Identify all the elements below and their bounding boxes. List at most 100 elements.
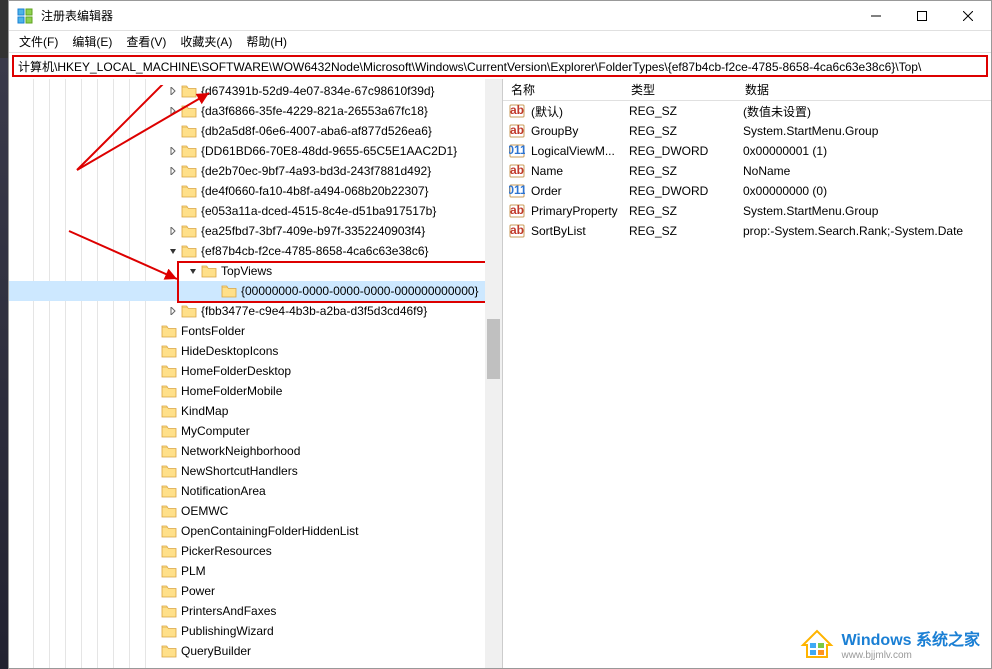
col-header-name[interactable]: 名称 bbox=[503, 81, 623, 98]
minimize-button[interactable] bbox=[853, 1, 899, 31]
expander-icon[interactable] bbox=[167, 165, 179, 177]
menu-favorites[interactable]: 收藏夹(A) bbox=[180, 33, 232, 50]
tree-row[interactable]: HomeFolderMobile bbox=[9, 381, 502, 401]
tree-row[interactable]: QueryBuilder bbox=[9, 641, 502, 661]
tree-row[interactable]: {d674391b-52d9-4e07-834e-67c98610f39d} bbox=[9, 81, 502, 101]
expander-icon[interactable] bbox=[167, 245, 179, 257]
tree-row[interactable]: Power bbox=[9, 581, 502, 601]
tree-row[interactable]: KindMap bbox=[9, 401, 502, 421]
expander-icon[interactable] bbox=[167, 85, 179, 97]
col-header-type[interactable]: 类型 bbox=[623, 81, 737, 98]
tree-row[interactable]: {ef87b4cb-f2ce-4785-8658-4ca6c63e38c6} bbox=[9, 241, 502, 261]
value-name: Order bbox=[531, 184, 629, 198]
svg-text:ab: ab bbox=[510, 223, 524, 237]
expander-icon[interactable] bbox=[167, 105, 179, 117]
tree-row[interactable]: {de2b70ec-9bf7-4a93-bd3d-243f7881d492} bbox=[9, 161, 502, 181]
close-button[interactable] bbox=[945, 1, 991, 31]
tree-label: PrintersAndFaxes bbox=[181, 604, 276, 618]
value-row[interactable]: 011OrderREG_DWORD0x00000000 (0) bbox=[503, 181, 991, 201]
list-header: 名称 类型 数据 bbox=[503, 79, 991, 101]
value-row[interactable]: ab(默认)REG_SZ(数值未设置) bbox=[503, 101, 991, 121]
menu-view[interactable]: 查看(V) bbox=[126, 33, 166, 50]
tree-label: QueryBuilder bbox=[181, 644, 251, 658]
watermark-logo-icon bbox=[799, 625, 835, 661]
expander-icon[interactable] bbox=[167, 225, 179, 237]
tree-row[interactable]: {ea25fbd7-3bf7-409e-b97f-3352240903f4} bbox=[9, 221, 502, 241]
tree-label: KindMap bbox=[181, 404, 228, 418]
tree-row[interactable]: {fbb3477e-c9e4-4b3b-a2ba-d3f5d3cd46f9} bbox=[9, 301, 502, 321]
tree-label: {00000000-0000-0000-0000-000000000000} bbox=[241, 284, 479, 298]
tree-row[interactable]: {db2a5d8f-06e6-4007-aba6-af877d526ea6} bbox=[9, 121, 502, 141]
scrollbar-thumb[interactable] bbox=[487, 319, 500, 379]
tree-row[interactable]: NewShortcutHandlers bbox=[9, 461, 502, 481]
tree-label: Power bbox=[181, 584, 215, 598]
tree-label: {da3f6866-35fe-4229-821a-26553a67fc18} bbox=[201, 104, 428, 118]
tree-row[interactable]: {e053a11a-dced-4515-8c4e-d51ba917517b} bbox=[9, 201, 502, 221]
tree-row[interactable]: HomeFolderDesktop bbox=[9, 361, 502, 381]
tree-row[interactable]: NetworkNeighborhood bbox=[9, 441, 502, 461]
tree-label: {de4f0660-fa10-4b8f-a494-068b20b22307} bbox=[201, 184, 429, 198]
tree-row[interactable]: {da3f6866-35fe-4229-821a-26553a67fc18} bbox=[9, 101, 502, 121]
value-name: GroupBy bbox=[531, 124, 629, 138]
maximize-icon bbox=[917, 11, 927, 21]
content-area: {d674391b-52d9-4e07-834e-67c98610f39d} {d… bbox=[9, 79, 991, 668]
tree-row[interactable]: {de4f0660-fa10-4b8f-a494-068b20b22307} bbox=[9, 181, 502, 201]
tree: {d674391b-52d9-4e07-834e-67c98610f39d} {d… bbox=[9, 79, 502, 661]
value-row[interactable]: abPrimaryPropertyREG_SZSystem.StartMenu.… bbox=[503, 201, 991, 221]
tree-row[interactable]: PrintersAndFaxes bbox=[9, 601, 502, 621]
expander-icon[interactable] bbox=[167, 305, 179, 317]
address-path: 计算机\HKEY_LOCAL_MACHINE\SOFTWARE\WOW6432N… bbox=[18, 58, 921, 75]
maximize-button[interactable] bbox=[899, 1, 945, 31]
minimize-icon bbox=[871, 11, 881, 21]
value-name: LogicalViewM... bbox=[531, 144, 629, 158]
tree-label: MyComputer bbox=[181, 424, 250, 438]
menu-file[interactable]: 文件(F) bbox=[19, 33, 58, 50]
tree-row[interactable]: HideDesktopIcons bbox=[9, 341, 502, 361]
menubar: 文件(F) 编辑(E) 查看(V) 收藏夹(A) 帮助(H) bbox=[9, 31, 991, 53]
value-row[interactable]: 011LogicalViewM...REG_DWORD0x00000001 (1… bbox=[503, 141, 991, 161]
value-row[interactable]: abSortByListREG_SZprop:-System.Search.Ra… bbox=[503, 221, 991, 241]
tree-label: {ea25fbd7-3bf7-409e-b97f-3352240903f4} bbox=[201, 224, 425, 238]
value-type: REG_SZ bbox=[629, 164, 743, 178]
value-data: 0x00000000 (0) bbox=[743, 184, 991, 198]
expander-icon[interactable] bbox=[167, 145, 179, 157]
tree-label: NetworkNeighborhood bbox=[181, 444, 300, 458]
tree-row[interactable]: PLM bbox=[9, 561, 502, 581]
col-header-data[interactable]: 数据 bbox=[737, 81, 991, 98]
value-row[interactable]: abNameREG_SZNoName bbox=[503, 161, 991, 181]
tree-row[interactable]: {DD61BD66-70E8-48dd-9655-65C5E1AAC2D1} bbox=[9, 141, 502, 161]
watermark: Windows 系统之家 www.bjjmlv.com bbox=[799, 625, 980, 661]
watermark-line1: Windows 系统之家 bbox=[841, 626, 980, 650]
tree-label: {de2b70ec-9bf7-4a93-bd3d-243f7881d492} bbox=[201, 164, 431, 178]
tree-label: PickerResources bbox=[181, 544, 272, 558]
value-data: System.StartMenu.Group bbox=[743, 124, 991, 138]
menu-edit[interactable]: 编辑(E) bbox=[72, 33, 112, 50]
tree-label: OEMWC bbox=[181, 504, 228, 518]
close-icon bbox=[963, 11, 973, 21]
window-controls bbox=[853, 1, 991, 31]
tree-pane[interactable]: {d674391b-52d9-4e07-834e-67c98610f39d} {d… bbox=[9, 79, 503, 668]
address-bar[interactable]: 计算机\HKEY_LOCAL_MACHINE\SOFTWARE\WOW6432N… bbox=[12, 55, 988, 77]
tree-scrollbar[interactable] bbox=[485, 79, 502, 668]
tree-row[interactable]: NotificationArea bbox=[9, 481, 502, 501]
svg-text:ab: ab bbox=[510, 203, 524, 217]
value-data: prop:-System.Search.Rank;-System.Date bbox=[743, 224, 991, 238]
svg-text:ab: ab bbox=[510, 123, 524, 137]
tree-label: {ef87b4cb-f2ce-4785-8658-4ca6c63e38c6} bbox=[201, 244, 429, 258]
list-body[interactable]: ab(默认)REG_SZ(数值未设置)ab GroupBy REG_SZ System… bbox=[503, 101, 991, 668]
titlebar: 注册表编辑器 bbox=[9, 1, 991, 31]
tree-row[interactable]: OpenContainingFolderHiddenList bbox=[9, 521, 502, 541]
value-type: REG_SZ bbox=[629, 204, 743, 218]
tree-row[interactable]: TopViews bbox=[9, 261, 502, 281]
tree-row[interactable]: PublishingWizard bbox=[9, 621, 502, 641]
tree-row[interactable]: MyComputer bbox=[9, 421, 502, 441]
tree-row[interactable]: {00000000-0000-0000-0000-000000000000} bbox=[9, 281, 502, 301]
menu-help[interactable]: 帮助(H) bbox=[246, 33, 287, 50]
tree-row[interactable]: FontsFolder bbox=[9, 321, 502, 341]
tree-row[interactable]: OEMWC bbox=[9, 501, 502, 521]
expander-icon[interactable] bbox=[187, 265, 199, 277]
value-row[interactable]: abGroupByREG_SZSystem.StartMenu.Group bbox=[503, 121, 991, 141]
tree-row[interactable]: PickerResources bbox=[9, 541, 502, 561]
tree-label: HomeFolderDesktop bbox=[181, 364, 291, 378]
value-data: NoName bbox=[743, 164, 991, 178]
